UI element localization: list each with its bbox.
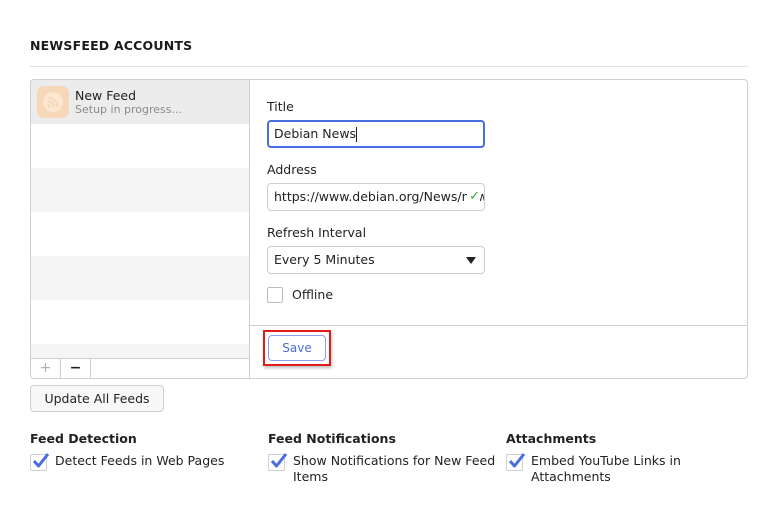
title-input[interactable]: Debian News [267,120,485,148]
rss-icon [37,86,69,118]
empty-list-row [31,168,249,212]
empty-list-row [31,256,249,300]
feed-name: New Feed [75,88,137,103]
offline-checkbox[interactable] [267,287,283,303]
title-input-value: Debian News [274,126,357,141]
option-group-title: Feed Detection [30,431,137,446]
address-input[interactable]: https://www.debian.org/News/news ✓ [267,183,485,211]
empty-list-row [31,300,249,344]
save-button-highlight: Save [263,330,331,366]
accounts-panel: New Feed Setup in progress... + − Title … [30,79,748,379]
checkmark-icon [508,453,526,468]
refresh-interval-select[interactable]: Every 5 Minutes [267,246,485,274]
option-group-title: Feed Notifications [268,431,396,446]
feed-form: Title Debian News Address https://www.de… [250,80,747,325]
detect-feeds-checkbox[interactable] [30,453,50,471]
attachments-group: Attachments Embed YouTube Links in Attac… [506,431,701,485]
refresh-interval-label: Refresh Interval [267,225,367,240]
list-footer: + − [31,358,250,378]
feed-list: New Feed Setup in progress... [31,80,250,378]
refresh-interval-value: Every 5 Minutes [274,252,375,267]
text-caret [356,127,358,142]
feed-status: Setup in progress... [75,103,183,116]
empty-list-row [31,212,249,256]
address-input-value: https://www.debian.org/News/news [274,189,485,204]
checkmark-icon [32,453,50,468]
checkmark-icon [270,453,288,468]
section-divider [30,66,748,67]
save-button[interactable]: Save [268,335,326,361]
section-title: NEWSFEED ACCOUNTS [30,38,193,53]
offline-label: Offline [292,287,334,302]
title-label: Title [267,99,294,114]
embed-youtube-checkbox[interactable] [506,453,526,471]
feed-detection-group: Feed Detection Detect Feeds in Web Pages [30,431,265,471]
address-label: Address [267,162,317,177]
option-row: Detect Feeds in Web Pages [30,453,265,471]
show-notifications-checkbox[interactable] [268,453,288,471]
empty-list-row [31,124,249,168]
option-label: Embed YouTube Links in Attachments [531,453,681,484]
feed-list-item[interactable]: New Feed Setup in progress... [31,80,249,124]
option-label: Show Notifications for New Feed Items [293,453,496,484]
dropdown-arrow-icon [466,257,476,264]
option-group-title: Attachments [506,431,597,446]
option-row: Show Notifications for New Feed Items [268,453,503,485]
checkmark-icon: ✓ [467,184,480,210]
add-feed-button[interactable]: + [31,359,61,378]
option-label: Detect Feeds in Web Pages [55,453,225,468]
remove-feed-button[interactable]: − [61,359,91,378]
option-row: Embed YouTube Links in Attachments [506,453,701,485]
form-footer: Save [250,325,747,378]
update-all-feeds-button[interactable]: Update All Feeds [30,385,164,412]
feed-notifications-group: Feed Notifications Show Notifications fo… [268,431,503,485]
